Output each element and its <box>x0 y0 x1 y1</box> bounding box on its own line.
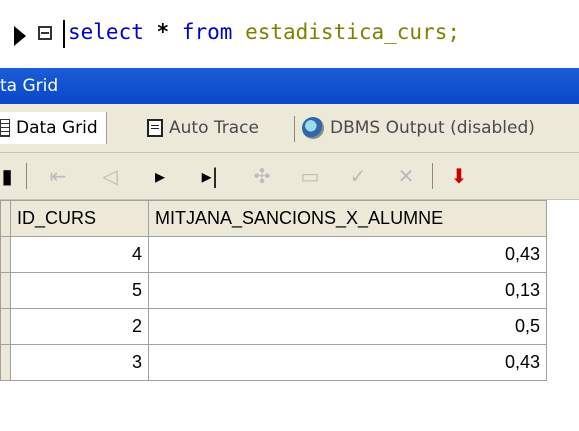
cell-id-curs[interactable]: 2 <box>10 308 149 345</box>
sql-table-name: estadistica_curs; <box>245 20 460 44</box>
row-indicator <box>0 344 11 381</box>
post-edit-icon[interactable]: ✓ <box>344 163 372 189</box>
prior-record-icon[interactable]: ◁ <box>96 163 124 189</box>
results-table: ID_CURS MITJANA_SANCIONS_X_ALUMNE 4 0,43… <box>0 200 547 381</box>
delete-record-icon[interactable]: ▭ <box>296 163 324 189</box>
table-row[interactable]: 5 0,13 <box>0 272 547 309</box>
panel-titlebar: ta Grid <box>0 68 579 104</box>
toolbar-separator <box>432 163 433 189</box>
row-indicator <box>0 308 11 345</box>
row-indicator-header <box>0 200 11 237</box>
disc-icon <box>302 117 324 139</box>
row-indicator <box>0 272 11 309</box>
cell-mitjana[interactable]: 0,13 <box>148 272 547 309</box>
sql-select-keyword: select <box>68 20 144 44</box>
sql-editor[interactable]: select * from estadistica_curs; <box>0 0 579 66</box>
tab-label: Auto Trace <box>169 118 259 138</box>
cell-mitjana[interactable]: 0,5 <box>148 308 547 345</box>
panel-title: ta Grid <box>0 76 59 96</box>
cell-id-curs[interactable]: 5 <box>10 272 149 309</box>
insert-record-icon[interactable]: ✣ <box>248 163 276 189</box>
tab-auto-trace[interactable]: Auto Trace <box>147 112 259 144</box>
tab-dbms-output[interactable]: DBMS Output (disabled) <box>302 112 535 144</box>
cell-id-curs[interactable]: 3 <box>10 344 149 381</box>
refresh-data-icon[interactable]: ⬇ <box>444 163 474 189</box>
row-indicator <box>0 236 11 273</box>
header-row: ID_CURS MITJANA_SANCIONS_X_ALUMNE <box>0 200 547 237</box>
grid-options-icon[interactable]: ▮ <box>0 163 14 189</box>
text-caret <box>63 20 65 48</box>
execute-arrow-icon[interactable] <box>14 26 26 46</box>
column-header-id-curs[interactable]: ID_CURS <box>10 200 149 237</box>
tab-label: Data Grid <box>16 118 98 138</box>
next-record-icon[interactable]: ▸ <box>146 163 174 189</box>
cell-mitjana[interactable]: 0,43 <box>148 236 547 273</box>
table-row[interactable]: 4 0,43 <box>0 236 547 273</box>
document-icon <box>147 119 163 137</box>
cancel-edit-icon[interactable]: ✕ <box>392 163 420 189</box>
table-row[interactable]: 3 0,43 <box>0 344 547 381</box>
tab-data-grid[interactable]: Data Grid <box>0 112 107 144</box>
data-grid[interactable]: ID_CURS MITJANA_SANCIONS_X_ALUMNE 4 0,43… <box>0 200 579 431</box>
last-record-icon[interactable]: ▸| <box>196 163 224 189</box>
tab-label: DBMS Output (disabled) <box>330 118 535 138</box>
sql-statement[interactable]: select * from estadistica_curs; <box>68 20 460 44</box>
sql-star: * <box>156 20 170 44</box>
grid-toolbar: ▮ ⇤ ◁ ▸ ▸| ✣ ▭ ✓ ✕ ⬇ <box>0 153 579 200</box>
column-header-mitjana[interactable]: MITJANA_SANCIONS_X_ALUMNE <box>148 200 547 237</box>
cell-mitjana[interactable]: 0,43 <box>148 344 547 381</box>
first-record-icon[interactable]: ⇤ <box>44 163 72 189</box>
collapse-icon[interactable] <box>38 26 52 40</box>
result-tabs: Data Grid Auto Trace DBMS Output (disabl… <box>0 104 579 153</box>
tab-separator <box>294 116 295 142</box>
toolbar-separator <box>26 163 27 189</box>
grid-icon <box>0 119 10 137</box>
table-row[interactable]: 2 0,5 <box>0 308 547 345</box>
sql-from-keyword: from <box>181 20 233 44</box>
cell-id-curs[interactable]: 4 <box>10 236 149 273</box>
